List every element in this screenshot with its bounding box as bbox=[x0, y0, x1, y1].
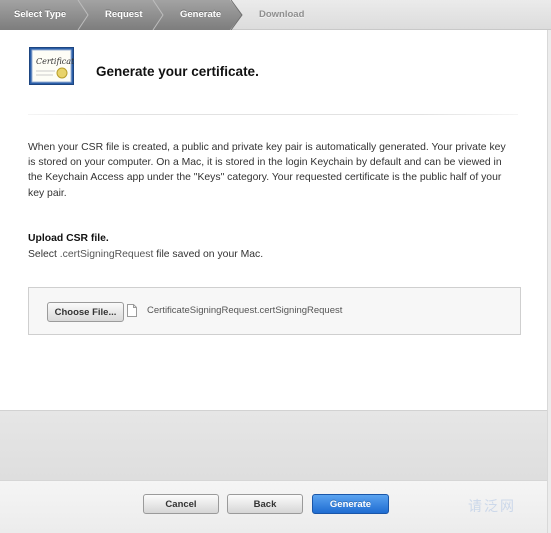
step-progress-bar: Select Type Request Generate Download bbox=[0, 0, 551, 30]
choose-file-button[interactable]: Choose File... bbox=[47, 302, 124, 322]
step-generate: Generate bbox=[180, 9, 222, 20]
upload-instructions-suffix: file saved on your Mac. bbox=[156, 249, 264, 260]
upload-section-title: Upload CSR file. bbox=[28, 233, 109, 244]
cancel-button[interactable]: Cancel bbox=[143, 494, 219, 514]
footer-bar: Cancel Back Generate 请泛网 bbox=[0, 480, 547, 533]
page-title: Generate your certificate. bbox=[96, 64, 259, 79]
step-select-type: Select Type bbox=[14, 9, 67, 20]
scrollbar-edge bbox=[547, 30, 551, 533]
step-request: Request bbox=[105, 9, 143, 20]
document-icon bbox=[127, 304, 137, 317]
step-download: Download bbox=[259, 9, 305, 20]
file-extension: .certSigningRequest bbox=[59, 249, 154, 260]
selected-file-name: CertificateSigningRequest.certSigningReq… bbox=[147, 305, 343, 316]
upload-instructions: Select .certSigningRequest file saved on… bbox=[28, 249, 263, 260]
watermark: 请泛网 bbox=[468, 498, 516, 514]
back-button[interactable]: Back bbox=[227, 494, 303, 514]
description-text: When your CSR file is created, a public … bbox=[28, 142, 506, 199]
certificate-icon: Certificate bbox=[29, 47, 79, 85]
upload-instructions-prefix: Select bbox=[28, 249, 57, 260]
generate-button[interactable]: Generate bbox=[312, 494, 389, 514]
content-bottom-band bbox=[0, 410, 547, 480]
divider bbox=[28, 114, 518, 115]
file-upload-box: Choose File... CertificateSigningRequest… bbox=[28, 287, 521, 335]
svg-text:Certificate: Certificate bbox=[36, 57, 74, 66]
